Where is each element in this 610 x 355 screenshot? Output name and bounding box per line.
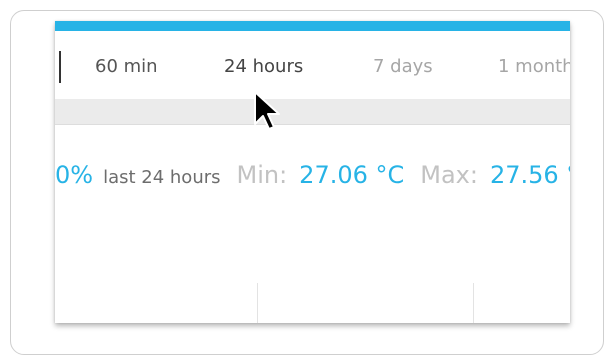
change-percent: 0% [55,161,94,189]
min-label: Min: [236,161,288,189]
accent-bar [55,21,570,31]
time-range-tabs: 60 min 24 hours 7 days 1 month [55,31,570,103]
toolbar-strip [55,99,570,125]
temperature-panel: 60 min 24 hours 7 days 1 month 0% last 2… [55,21,570,323]
max-label: Max: [420,161,478,189]
mouse-pointer-icon [254,91,280,130]
tab-1-month[interactable]: 1 month [498,56,570,78]
stats-summary: 0% last 24 hours Min: 27.06 °C Max: 27.5… [55,161,570,189]
tab-7-days[interactable]: 7 days [373,56,433,78]
tab-60-min[interactable]: 60 min [95,56,158,78]
chart-grid-line [473,283,474,323]
period-caption: last 24 hours [103,167,221,188]
min-value: 27.06 °C [299,161,405,189]
chart-grid-line [257,283,258,323]
chart-area [55,283,570,323]
tab-24-hours[interactable]: 24 hours [224,56,303,78]
max-value: 27.56 °C [489,161,570,189]
tabs-divider [59,51,61,83]
